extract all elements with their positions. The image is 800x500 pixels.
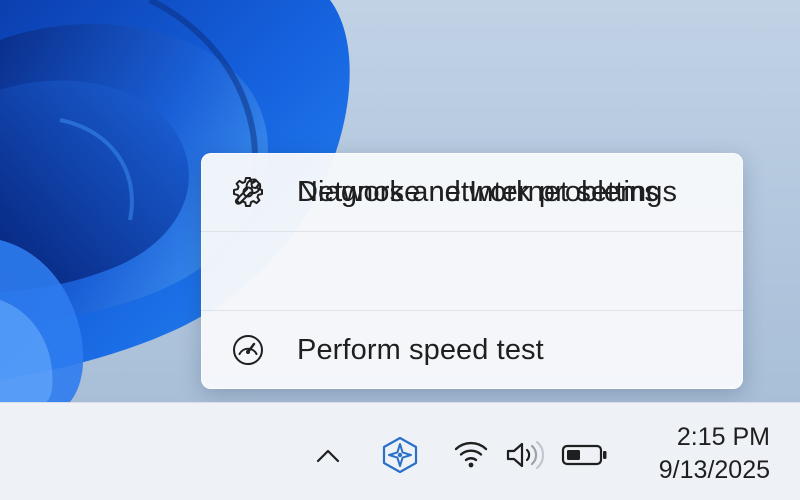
menu-divider <box>201 231 743 232</box>
gear-icon <box>231 175 265 209</box>
speedometer-icon <box>231 333 265 367</box>
menu-item-speed-test[interactable]: Perform speed test <box>201 311 743 389</box>
clock-date: 9/13/2025 <box>658 456 770 484</box>
taskbar-clock[interactable]: 2:15 PM 9/13/2025 <box>630 421 770 487</box>
battery-icon[interactable] <box>560 441 610 469</box>
volume-icon[interactable] <box>502 437 546 473</box>
chevron-up-icon[interactable] <box>311 439 345 473</box>
network-context-menu: Diagnose network problems Perform speed … <box>201 153 743 389</box>
menu-item-label: Perform speed test <box>297 334 544 366</box>
menu-item-network-settings[interactable]: Network and Internet settings <box>201 153 743 231</box>
menu-item-label: Network and Internet settings <box>297 176 678 208</box>
taskbar: 2:15 PM 9/13/2025 <box>0 402 800 500</box>
menu-divider <box>201 310 743 311</box>
wifi-icon[interactable] <box>452 437 490 471</box>
copilot-icon[interactable] <box>379 434 421 476</box>
clock-time: 2:15 PM <box>676 423 770 451</box>
